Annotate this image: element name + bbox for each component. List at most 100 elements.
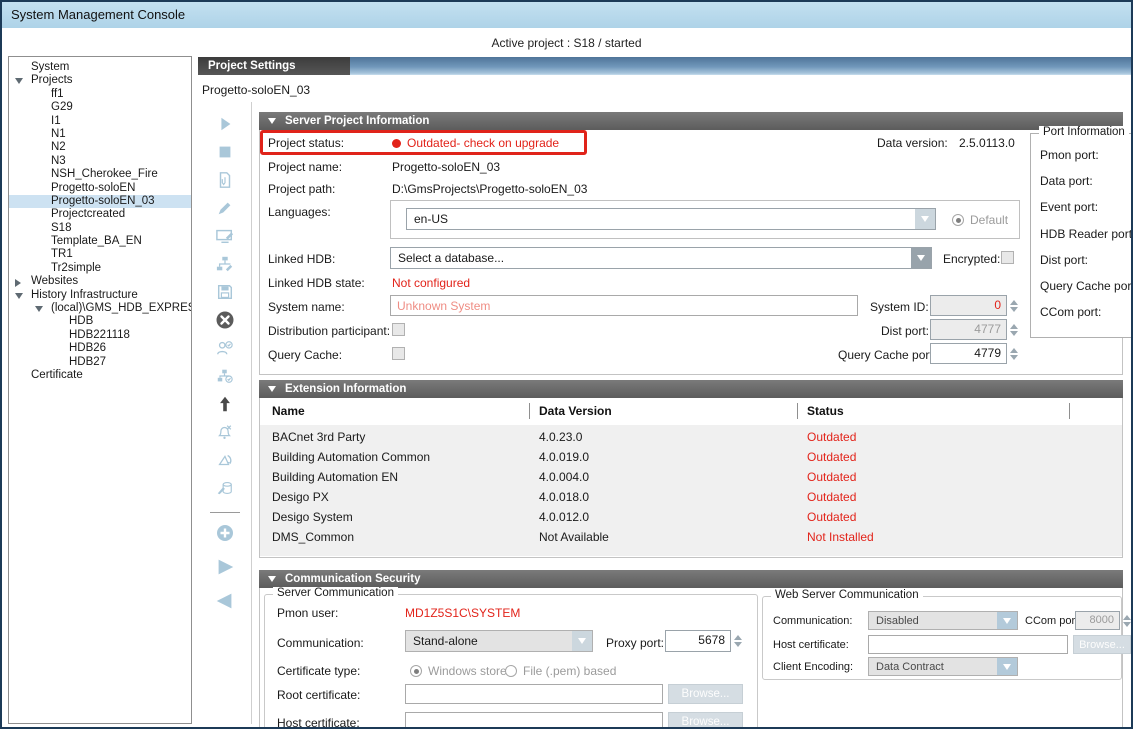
proxy-port-label: Proxy port: [606,636,664,650]
table-row[interactable]: Desigo System 4.0.012.0 Outdated [260,508,1122,525]
tree-item-hdb26[interactable]: HDB26 [9,342,191,355]
dist-port-spinner[interactable] [1009,319,1018,340]
cancel-icon[interactable] [214,310,236,330]
table-row[interactable]: DMS_Common Not Available Not Installed [260,528,1122,545]
ccom-port-label: CCom port: [1025,615,1081,627]
proxy-port-input[interactable]: 5678 [665,630,731,652]
communication-dropdown[interactable]: Stand-alone [405,630,593,652]
dist-port-input[interactable]: 4777 [930,319,1007,340]
default-language-radio[interactable] [952,214,964,226]
column-header-name[interactable]: Name [272,404,305,418]
host-certificate-browse-button[interactable]: Browse... [668,712,743,729]
web-communication-dropdown[interactable]: Disabled [868,611,1018,630]
host-certificate-input[interactable] [405,712,663,729]
tree-item-n2[interactable]: N2 [9,141,191,154]
section-header-communication-security[interactable]: Communication Security [259,570,1123,588]
section-header-server-project-information[interactable]: Server Project Information [259,112,1123,130]
expand-collapse-icon[interactable] [15,279,21,287]
chevron-down-icon[interactable] [997,658,1017,675]
linked-hdb-dropdown[interactable]: Select a database... [390,247,932,269]
web-host-certificate-input[interactable] [868,635,1068,654]
tree-item-certificate[interactable]: Certificate [9,369,191,382]
activate-icon[interactable] [214,557,236,577]
section-header-extension-information[interactable]: Extension Information [259,380,1123,398]
start-project-icon[interactable] [214,114,236,134]
tree-item-i1[interactable]: I1 [9,115,191,128]
encrypted-checkbox[interactable] [1001,251,1014,264]
tree-item-system[interactable]: System [9,61,191,74]
file-pem-radio[interactable] [505,665,517,677]
project-status-value: Outdated- check on upgrade [392,136,559,150]
add-icon[interactable] [214,523,236,543]
chevron-down-icon[interactable] [915,209,935,229]
system-name-input[interactable] [390,295,858,316]
tree-item-progetto-soloen-03-selected[interactable]: Progetto-soloEN_03 [9,195,191,208]
tree-item-n1[interactable]: N1 [9,128,191,141]
restore-history-icon[interactable] [214,450,236,470]
upgrade-project-icon[interactable] [214,394,236,414]
chevron-down-icon[interactable] [911,248,931,268]
tree-item-n3[interactable]: N3 [9,155,191,168]
table-row[interactable]: Desigo PX 4.0.018.0 Outdated [260,488,1122,505]
tree-item-hdb[interactable]: HDB [9,315,191,328]
tree-item-s18[interactable]: S18 [9,222,191,235]
windows-store-radio[interactable] [410,665,422,677]
system-id-input[interactable]: 0 [930,295,1007,316]
chevron-down-icon[interactable] [997,612,1017,629]
web-host-certificate-browse-button[interactable]: Browse... [1073,635,1131,654]
edit-display-icon[interactable] [214,226,236,246]
client-encoding-dropdown[interactable]: Data Contract [868,657,1018,676]
tree-item-template-ba-en[interactable]: Template_BA_EN [9,235,191,248]
edit-network-icon[interactable] [214,254,236,274]
tree-item-tr2simple[interactable]: Tr2simple [9,262,191,275]
tree-item-gms-hdb-express[interactable]: (local)\GMS_HDB_EXPRESS [9,302,191,315]
deactivate-icon[interactable] [214,591,236,611]
verify-user-icon[interactable] [214,338,236,358]
tree-item-progetto-soloen[interactable]: Progetto-soloEN [9,182,191,195]
system-id-spinner[interactable] [1009,295,1018,316]
ccom-port-input[interactable]: 8000 [1075,611,1120,630]
column-header-status[interactable]: Status [807,404,844,418]
new-project-icon[interactable] [214,170,236,190]
expand-collapse-icon[interactable] [15,293,23,299]
root-certificate-browse-button[interactable]: Browse... [668,684,743,704]
save-icon[interactable] [214,282,236,302]
edit-project-icon[interactable] [214,198,236,218]
distribution-participant-checkbox[interactable] [392,323,405,336]
languages-dropdown[interactable]: en-US [406,208,936,230]
tree-item-websites[interactable]: Websites [9,275,191,288]
tree-item-hdb27[interactable]: HDB27 [9,356,191,369]
expand-collapse-icon[interactable] [35,306,43,312]
table-row[interactable]: Building Automation Common 4.0.019.0 Out… [260,448,1122,465]
linked-hdb-label: Linked HDB: [268,252,335,266]
tree-item-hdb221118[interactable]: HDB221118 [9,329,191,342]
tree-item-nsh-cherokee-fire[interactable]: NSH_Cherokee_Fire [9,168,191,181]
query-cache-port-spinner[interactable] [1009,343,1018,364]
query-cache-port-input[interactable]: 4779 [930,343,1007,364]
file-pem-label: File (.pem) based [523,664,616,678]
tab-project-settings[interactable]: Project Settings [198,57,350,75]
table-row[interactable]: Building Automation EN 4.0.004.0 Outdate… [260,468,1122,485]
pmon-user-label: Pmon user: [277,606,338,620]
web-server-communication-group: Web Server Communication Communication: … [762,596,1122,680]
chevron-down-icon[interactable] [572,631,592,651]
proxy-port-spinner[interactable] [733,630,742,652]
stop-project-icon[interactable] [214,142,236,162]
tree-item-projectcreated[interactable]: Projectcreated [9,208,191,221]
tree-item-g29[interactable]: G29 [9,101,191,114]
column-separator [529,403,530,419]
tree-item-ff1[interactable]: ff1 [9,88,191,101]
column-header-data-version[interactable]: Data Version [539,404,612,418]
tree-item-tr1[interactable]: TR1 [9,248,191,261]
server-communication-title: Server Communication [273,587,398,599]
verify-network-icon[interactable] [214,366,236,386]
tree-item-projects[interactable]: Projects [9,74,191,87]
query-cache-checkbox[interactable] [392,347,405,360]
root-certificate-input[interactable] [405,684,663,704]
tree-item-history-infrastructure[interactable]: History Infrastructure [9,289,191,302]
expand-collapse-icon[interactable] [15,78,23,84]
ccom-port-spinner[interactable] [1122,611,1131,630]
cleanup-history-icon[interactable] [214,478,236,498]
table-row[interactable]: BACnet 3rd Party 4.0.23.0 Outdated [260,428,1122,445]
disable-notifications-icon[interactable] [214,422,236,442]
